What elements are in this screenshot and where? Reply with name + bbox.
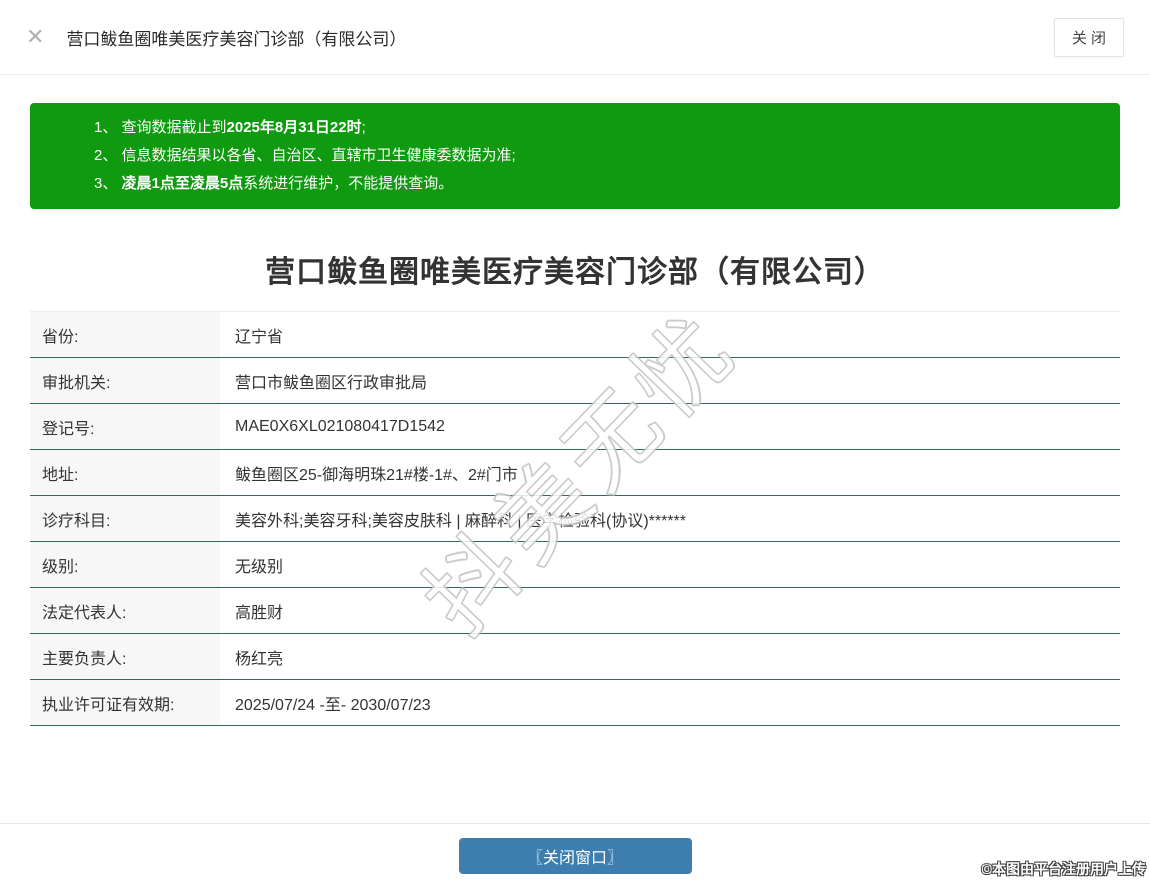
notice-box: 1、 查询数据截止到2025年8月31日22时; 2、 信息数据结果以各省、自治…: [30, 103, 1120, 209]
close-x-icon[interactable]: ✕: [26, 26, 44, 48]
table-row-province: 省份: 辽宁省: [30, 312, 1120, 358]
table-row-clinical-departments: 诊疗科目: 美容外科;美容牙科;美容皮肤科 | 麻醉科 | 医学检验科(协议)*…: [30, 496, 1120, 542]
notice-line-3: 3、 凌晨1点至凌晨5点系统进行维护，不能提供查询。: [94, 170, 1100, 198]
table-row-license-validity: 执业许可证有效期: 2025/07/24 -至- 2030/07/23: [30, 680, 1120, 726]
row-value: 辽宁省: [220, 312, 1120, 357]
row-value: 鲅鱼圈区25-御海明珠21#楼-1#、2#门市: [220, 450, 1120, 495]
row-label: 级别:: [30, 542, 220, 587]
notice-line-3-text: 3、: [94, 175, 122, 192]
row-label: 诊疗科目:: [30, 496, 220, 541]
notice-line-1: 1、 查询数据截止到2025年8月31日22时;: [94, 114, 1100, 142]
window-title: 营口鲅鱼圈唯美医疗美容门诊部（有限公司）: [66, 25, 406, 50]
page-title: 营口鲅鱼圈唯美医疗美容门诊部（有限公司）: [0, 247, 1150, 291]
table-row-address: 地址: 鲅鱼圈区25-御海明珠21#楼-1#、2#门市: [30, 450, 1120, 496]
table-row-principal-person: 主要负责人: 杨红亮: [30, 634, 1120, 680]
close-window-button[interactable]: 〖关闭窗口〗: [459, 838, 692, 874]
row-label: 审批机关:: [30, 358, 220, 403]
row-label: 登记号:: [30, 404, 220, 449]
row-label: 执业许可证有效期:: [30, 680, 220, 725]
table-row-legal-representative: 法定代表人: 高胜财: [30, 588, 1120, 634]
notice-line-2: 2、 信息数据结果以各省、自治区、直辖市卫生健康委数据为准;: [94, 142, 1100, 170]
row-value: MAE0X6XL021080417D1542: [220, 404, 1120, 449]
notice-line-3-bold: 凌晨1点至凌晨5点: [122, 175, 244, 192]
notice-line-2-text: 2、 信息数据结果以各省、自治区、直辖市卫生健康委数据为准;: [94, 147, 516, 164]
row-value: 2025/07/24 -至- 2030/07/23: [220, 680, 1120, 725]
notice-line-1-suffix: ;: [362, 119, 366, 136]
row-value: 美容外科;美容牙科;美容皮肤科 | 麻醉科 | 医学检验科(协议)******: [220, 496, 1120, 541]
notice-line-3-suffix: 系统进行维护，不能提供查询。: [243, 175, 453, 192]
table-row-level: 级别: 无级别: [30, 542, 1120, 588]
notice-line-1-text: 1、 查询数据截止到: [94, 119, 227, 136]
close-button[interactable]: 关 闭: [1054, 18, 1124, 57]
table-row-approval-authority: 审批机关: 营口市鲅鱼圈区行政审批局: [30, 358, 1120, 404]
row-label: 法定代表人:: [30, 588, 220, 633]
row-value: 高胜财: [220, 588, 1120, 633]
institution-info-table: 省份: 辽宁省 审批机关: 营口市鲅鱼圈区行政审批局 登记号: MAE0X6XL…: [30, 311, 1120, 726]
footer-bar: 〖关闭窗口〗: [0, 823, 1150, 874]
row-value: 营口市鲅鱼圈区行政审批局: [220, 358, 1120, 403]
notice-line-1-bold: 2025年8月31日22时: [227, 119, 362, 136]
row-label: 主要负责人:: [30, 634, 220, 679]
row-value: 无级别: [220, 542, 1120, 587]
row-label: 地址:: [30, 450, 220, 495]
row-label: 省份:: [30, 312, 220, 357]
row-value: 杨红亮: [220, 634, 1120, 679]
window-titlebar: ✕ 营口鲅鱼圈唯美医疗美容门诊部（有限公司） 关 闭: [0, 0, 1150, 75]
table-row-registration-number: 登记号: MAE0X6XL021080417D1542: [30, 404, 1120, 450]
